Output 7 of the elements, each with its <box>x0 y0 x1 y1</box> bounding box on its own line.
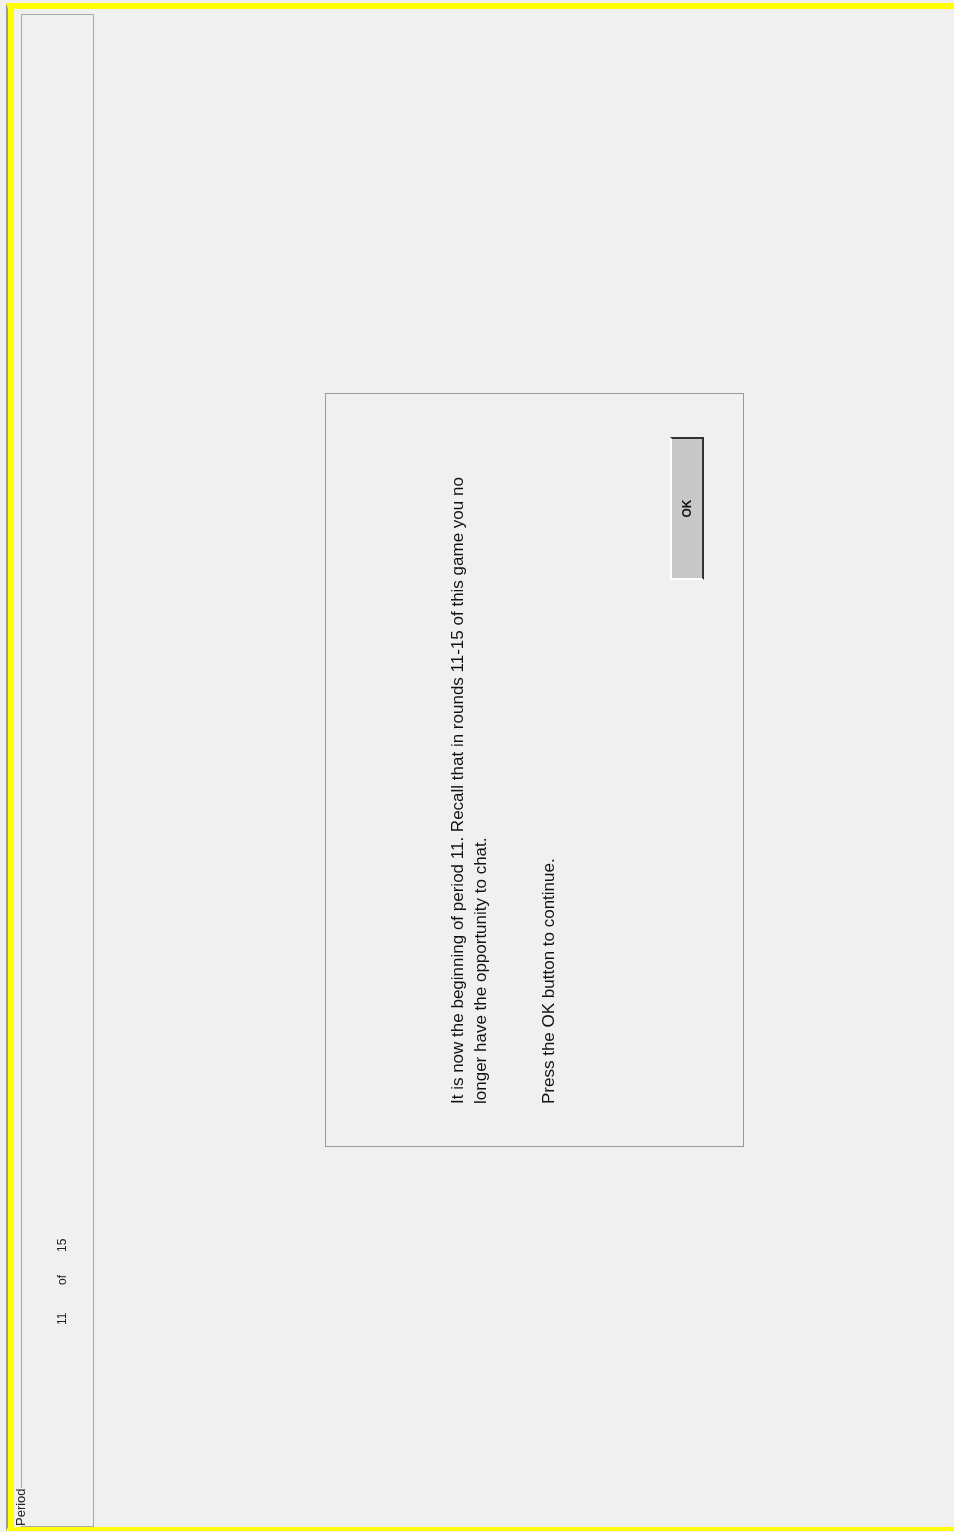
current-period: 11 <box>55 1312 69 1325</box>
message-text: It is now the beginning of period 11. Recall that in rounds 11-15 of this game you no longer have the opportunity to chat. <box>447 476 491 1104</box>
instruction-text: Press the OK button to continue. <box>538 858 559 1104</box>
period-separator: of <box>55 1275 69 1285</box>
panel-title: Period <box>15 1488 27 1526</box>
total-periods: 15 <box>55 1238 69 1252</box>
ok-button[interactable]: OK <box>670 437 704 580</box>
